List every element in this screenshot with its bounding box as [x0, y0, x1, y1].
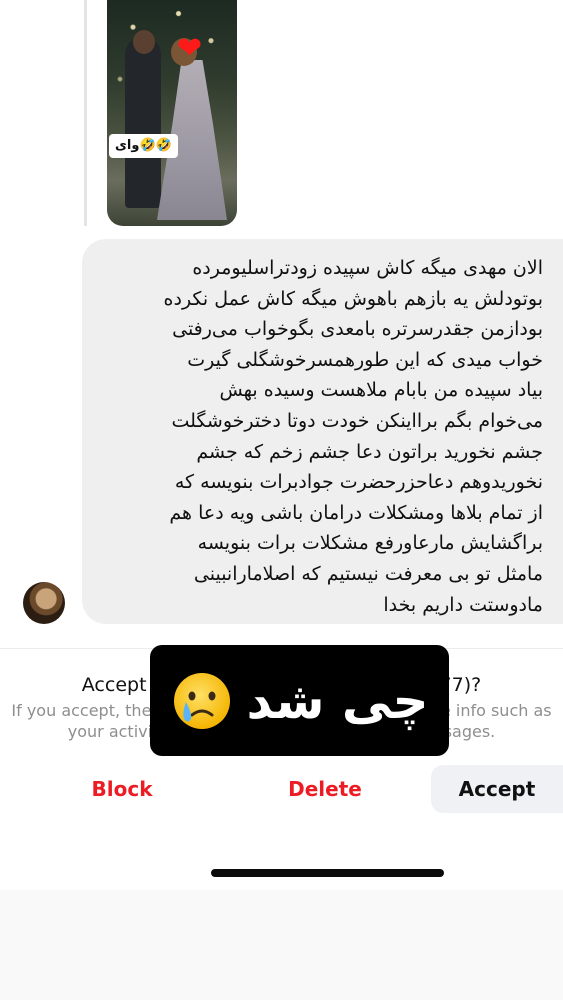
groom-head	[133, 30, 155, 54]
block-button[interactable]: Block	[62, 765, 182, 813]
bottom-safe-area	[0, 890, 563, 1000]
groom-figure	[125, 38, 161, 208]
reply-indicator-line	[84, 0, 87, 226]
sad-tear-face-icon	[170, 669, 234, 733]
heart-sticker-icon: ❤	[177, 31, 203, 66]
delete-button[interactable]: Delete	[265, 765, 385, 813]
message-text: الان مهدی میگه کاش سپیده زودتراسلیومرده …	[163, 257, 543, 616]
home-indicator[interactable]	[211, 869, 444, 877]
caption-overlay: چی شد	[150, 645, 449, 756]
sender-avatar[interactable]	[23, 582, 65, 624]
request-actions: Block Delete Accept	[0, 765, 563, 813]
overlay-caption: چی شد	[246, 671, 429, 730]
message-bubble[interactable]: الان مهدی میگه کاش سپیده زودتراسلیومرده …	[82, 239, 563, 624]
story-text-sticker: وای🤣🤣	[109, 134, 178, 158]
story-reply-photo[interactable]: ❤ وای🤣🤣	[107, 0, 237, 226]
accept-button[interactable]: Accept	[431, 765, 563, 813]
